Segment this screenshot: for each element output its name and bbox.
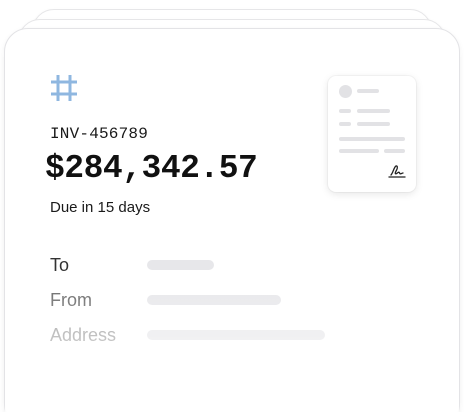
to-value-placeholder: [147, 260, 214, 270]
preview-line: [384, 149, 405, 153]
preview-avatar-dot: [339, 85, 352, 98]
from-label: From: [50, 290, 92, 310]
preview-line: [339, 109, 351, 113]
from-value-placeholder: [147, 295, 281, 305]
address-value-placeholder: [147, 330, 325, 340]
address-label: Address: [50, 325, 117, 345]
preview-line: [357, 89, 379, 93]
preview-line: [339, 137, 405, 141]
preview-line: [339, 122, 351, 126]
to-label: To: [50, 255, 70, 275]
preview-line: [357, 109, 390, 113]
invoice-number: INV-456789: [50, 125, 149, 143]
signature-icon: [388, 165, 406, 178]
invoice-amount: $284,342.57: [45, 150, 258, 187]
preview-line: [357, 122, 390, 126]
invoice-card[interactable]: INV-456789 $284,342.57 Due in 15 days To…: [4, 28, 460, 412]
hashtag-grid-icon: [51, 75, 77, 101]
document-preview-thumbnail[interactable]: [328, 76, 416, 192]
preview-line: [339, 149, 379, 153]
due-date-text: Due in 15 days: [50, 199, 151, 216]
